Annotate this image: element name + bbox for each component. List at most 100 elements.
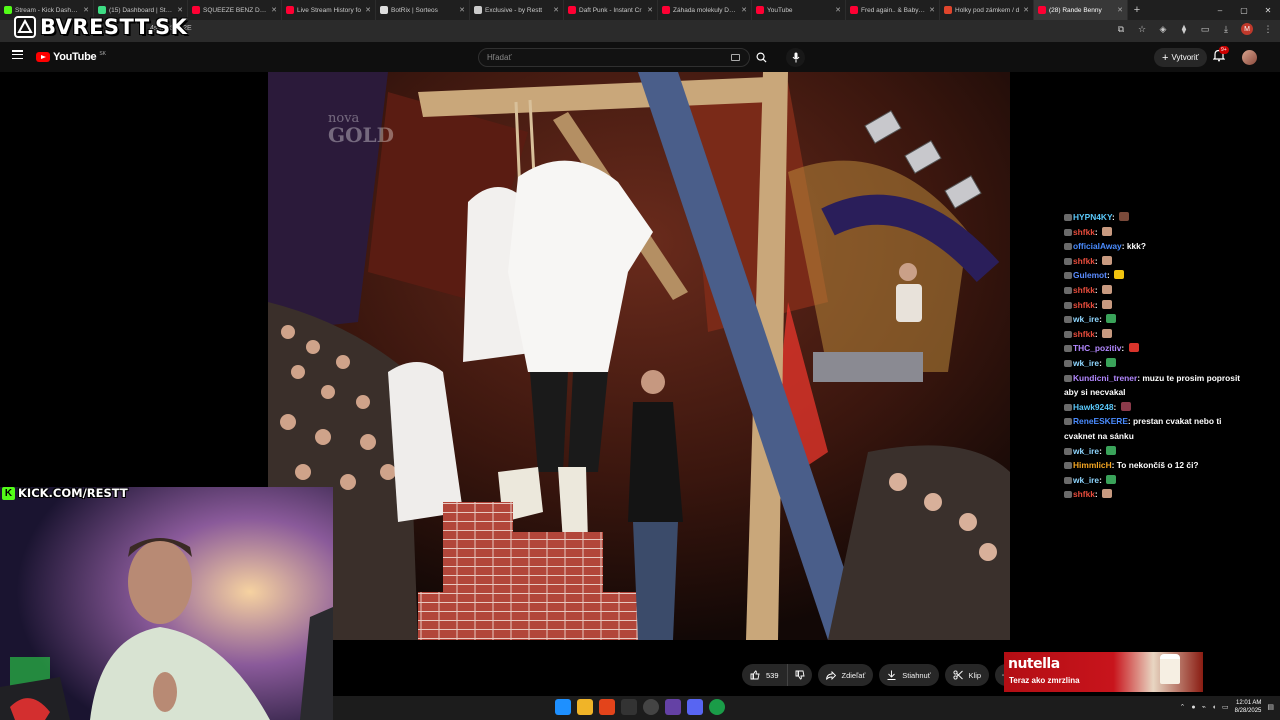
minimize-icon[interactable]: – [1208,0,1232,20]
chat-username[interactable]: officialAway [1073,241,1122,251]
clock[interactable]: 12:01 AM 8/28/2025 [1235,699,1262,715]
extension-icon[interactable]: ◈ [1157,24,1169,35]
chat-message: shfkk: [1064,225,1254,240]
puzzle-icon[interactable]: ⧫ [1178,24,1190,35]
browser-tab[interactable]: Holky pod zámkem / d ✕ [940,0,1034,20]
cast-icon[interactable]: ⧉ [1115,24,1127,35]
share-button[interactable]: Zdieľať [817,664,874,686]
chat-message: shfkk: [1064,254,1254,269]
account-avatar[interactable] [1242,50,1257,65]
tab-favicon-icon [380,6,388,14]
clock-time: 12:01 AM [1236,700,1262,706]
battery-icon[interactable]: ▭ [1222,703,1229,711]
browser-tab[interactable]: (28) Rande Benny ✕ [1034,0,1128,20]
browser-tab[interactable]: Daft Punk - Instant Cr ✕ [564,0,658,20]
profile-avatar[interactable]: M [1241,23,1253,35]
youtube-logo[interactable]: YouTube SK [36,51,106,63]
download-arrow-icon [887,670,896,680]
chat-username[interactable]: HimmlicH [1073,460,1112,470]
browser-tab[interactable]: Záhada molekuly DMT ✕ [658,0,752,20]
chat-username[interactable]: wk_ire [1073,358,1099,368]
chat-username[interactable]: shfkk [1073,285,1095,295]
download-icon[interactable]: ⤓ [1220,24,1232,35]
search-placeholder: Hľadať [487,53,512,62]
chat-message: THC_pozitiv: [1064,341,1254,356]
tab-close-icon[interactable]: ✕ [647,6,653,14]
menu-dots-icon[interactable]: ⋮ [1262,24,1274,35]
chat-username[interactable]: ReneESKERE [1073,416,1128,426]
kick-channel-banner: K KICK.COM/RESTT [0,485,128,501]
chat-username[interactable]: THC_pozitiv [1073,343,1121,353]
chat-username[interactable]: shfkk [1073,256,1095,266]
tab-close-icon[interactable]: ✕ [741,6,747,14]
terminal-icon[interactable] [621,699,637,715]
tab-close-icon[interactable]: ✕ [553,6,559,14]
chat-username[interactable]: Gulemot [1073,270,1107,280]
tab-title: Fred again.. & Baby Ke [861,6,927,14]
chat-username[interactable]: wk_ire [1073,314,1099,324]
chat-badge-icon [1064,403,1072,411]
chevron-up-icon[interactable]: ⌃ [1179,703,1185,711]
notifications-button[interactable]: 9+ [1212,46,1229,65]
search-input[interactable]: Hľadať [478,48,750,67]
create-button[interactable]: + Vytvoriť [1154,48,1207,67]
volume-icon[interactable]: ◖ [1212,704,1216,711]
file-explorer-icon[interactable] [577,699,593,715]
voice-search-button[interactable] [786,48,805,67]
tab-close-icon[interactable]: ✕ [835,6,841,14]
twitch-icon[interactable] [665,699,681,715]
browser-tab[interactable]: YouTube ✕ [752,0,846,20]
menu-icon[interactable] [12,50,23,59]
chat-username[interactable]: shfkk [1073,300,1095,310]
mic-tray-icon[interactable]: ● [1191,704,1195,711]
new-tab-button[interactable]: + [1128,0,1146,20]
keyboard-icon[interactable] [731,54,740,61]
chat-username[interactable]: shfkk [1073,489,1095,499]
browser-tab[interactable]: BotRix | Sorteos ✕ [376,0,470,20]
chat-message: wk_ire: [1064,444,1254,459]
browser-tab[interactable]: Fred again.. & Baby Ke ✕ [846,0,940,20]
discord-icon[interactable] [687,699,703,715]
chat-username[interactable]: Kundicni_trener [1073,373,1137,383]
tab-close-icon[interactable]: ✕ [929,6,935,14]
notification-center-icon[interactable]: ▤ [1267,703,1274,711]
chat-text: kkk? [1126,241,1146,252]
browser-tab[interactable]: Live Stream History fo ✕ [282,0,376,20]
tab-close-icon[interactable]: ✕ [271,6,277,14]
close-icon[interactable]: ✕ [1256,0,1280,20]
chrome-icon[interactable] [709,699,725,715]
chat-username[interactable]: wk_ire [1073,446,1099,456]
chat-message: officialAway: kkk? [1064,239,1254,254]
browser-tab[interactable]: Exclusive - by Restt ✕ [470,0,564,20]
chat-username[interactable]: shfkk [1073,329,1095,339]
tab-favicon-icon [850,6,858,14]
clip-button[interactable]: Klip [944,664,990,686]
tab-close-icon[interactable]: ✕ [365,6,371,14]
tab-close-icon[interactable]: ✕ [1023,6,1029,14]
tab-title: BotRix | Sorteos [391,6,438,14]
tab-close-icon[interactable]: ✕ [459,6,465,14]
tab-close-icon[interactable]: ✕ [1117,6,1123,14]
chat-text: To nekončíš o 12 či? [1116,460,1199,471]
obs-icon[interactable] [643,699,659,715]
download-button[interactable]: Stiahnuť [879,664,939,686]
video-player[interactable]: nova GOLD [268,72,1010,640]
chat-username[interactable]: HYPN4KY [1073,212,1112,222]
windows-start-icon[interactable] [555,699,571,715]
sidebar-icon[interactable]: ▭ [1199,24,1211,35]
chat-username[interactable]: wk_ire [1073,475,1099,485]
search-button[interactable] [750,48,772,67]
dislike-button[interactable] [788,664,812,686]
browser-tab[interactable]: SQUEEZE BENZ Drifts ✕ [188,0,282,20]
tab-title: Live Stream History fo [297,6,361,14]
chat-username[interactable]: shfkk [1073,227,1095,237]
window-controls: – ▢ ✕ [1208,0,1280,20]
maximize-icon[interactable]: ▢ [1232,0,1256,20]
network-icon[interactable]: ⌁ [1202,703,1206,711]
chat-username[interactable]: Hawk9248 [1073,402,1114,412]
tab-title: YouTube [767,6,793,14]
like-button[interactable]: 539 [742,664,788,686]
advertisement-banner[interactable]: nutella Teraz ako zmrzlina [1004,652,1203,692]
bookmark-star-icon[interactable]: ☆ [1136,24,1148,35]
brave-browser-icon[interactable] [599,699,615,715]
